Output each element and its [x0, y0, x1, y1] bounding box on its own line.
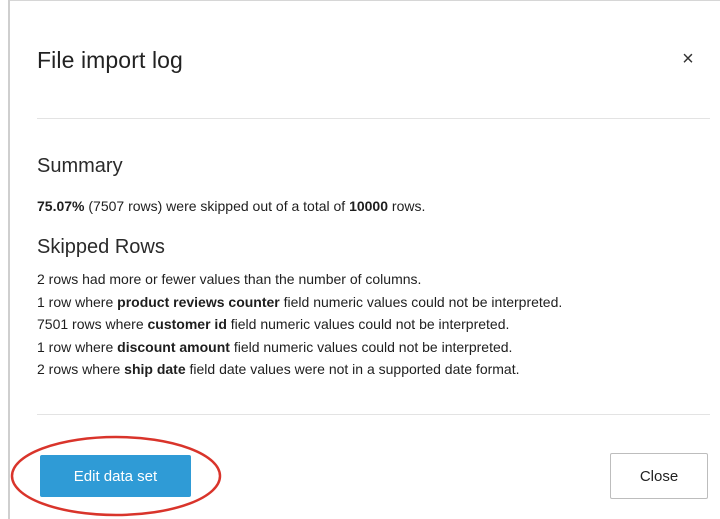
highlight-annotation-ellipse [10, 435, 222, 517]
edit-data-set-button[interactable]: Edit data set [40, 455, 191, 497]
summary-text: 75.07% (7507 rows) were skipped out of a… [37, 198, 425, 214]
dialog-title: File import log [37, 47, 183, 73]
skipped-row-suffix: field numeric values could not be interp… [229, 338, 513, 355]
close-button[interactable]: Close [610, 453, 708, 499]
skipped-row-field: discount amount [117, 338, 230, 355]
footer-divider [37, 414, 710, 415]
dialog-top-border [8, 0, 720, 1]
skipped-row-prefix: 7501 rows where [37, 316, 148, 333]
skipped-row-item: 2 rows where ship date field date values… [37, 358, 562, 381]
skipped-row-item: 7501 rows where customer id field numeri… [37, 313, 562, 336]
skipped-row-suffix: field numeric values could not be interp… [279, 293, 563, 310]
skipped-row-item: 2 rows had more or fewer values than the… [37, 268, 562, 291]
summary-heading: Summary [37, 155, 123, 177]
header-divider [37, 118, 710, 119]
skipped-row-prefix: 1 row where [37, 338, 118, 355]
skipped-row-prefix: 1 row where [37, 293, 118, 310]
skipped-row-text: 2 rows had more or fewer values than the… [37, 271, 422, 287]
summary-total: 10000 [349, 198, 389, 214]
skipped-row-prefix: 2 rows where [37, 361, 125, 378]
close-icon[interactable]: × [678, 48, 698, 70]
summary-percent: 75.07% [37, 198, 85, 214]
skipped-row-field: ship date [124, 361, 186, 378]
skipped-row-item: 1 row where product reviews counter fiel… [37, 291, 562, 314]
summary-rows-skipped: (7507 rows) were skipped out of a total … [84, 198, 350, 214]
summary-suffix: rows. [388, 198, 426, 214]
file-import-log-dialog: File import log × Summary 75.07% (7507 r… [0, 0, 720, 519]
skipped-row-field: customer id [147, 316, 227, 333]
skipped-row-field: product reviews counter [117, 293, 280, 310]
skipped-row-suffix: field numeric values could not be interp… [226, 316, 510, 333]
skipped-rows-list: 2 rows had more or fewer values than the… [37, 268, 562, 381]
skipped-row-suffix: field date values were not in a supporte… [185, 361, 520, 378]
skipped-row-item: 1 row where discount amount field numeri… [37, 336, 562, 359]
dialog-left-border [8, 0, 10, 519]
skipped-rows-heading: Skipped Rows [37, 236, 165, 258]
